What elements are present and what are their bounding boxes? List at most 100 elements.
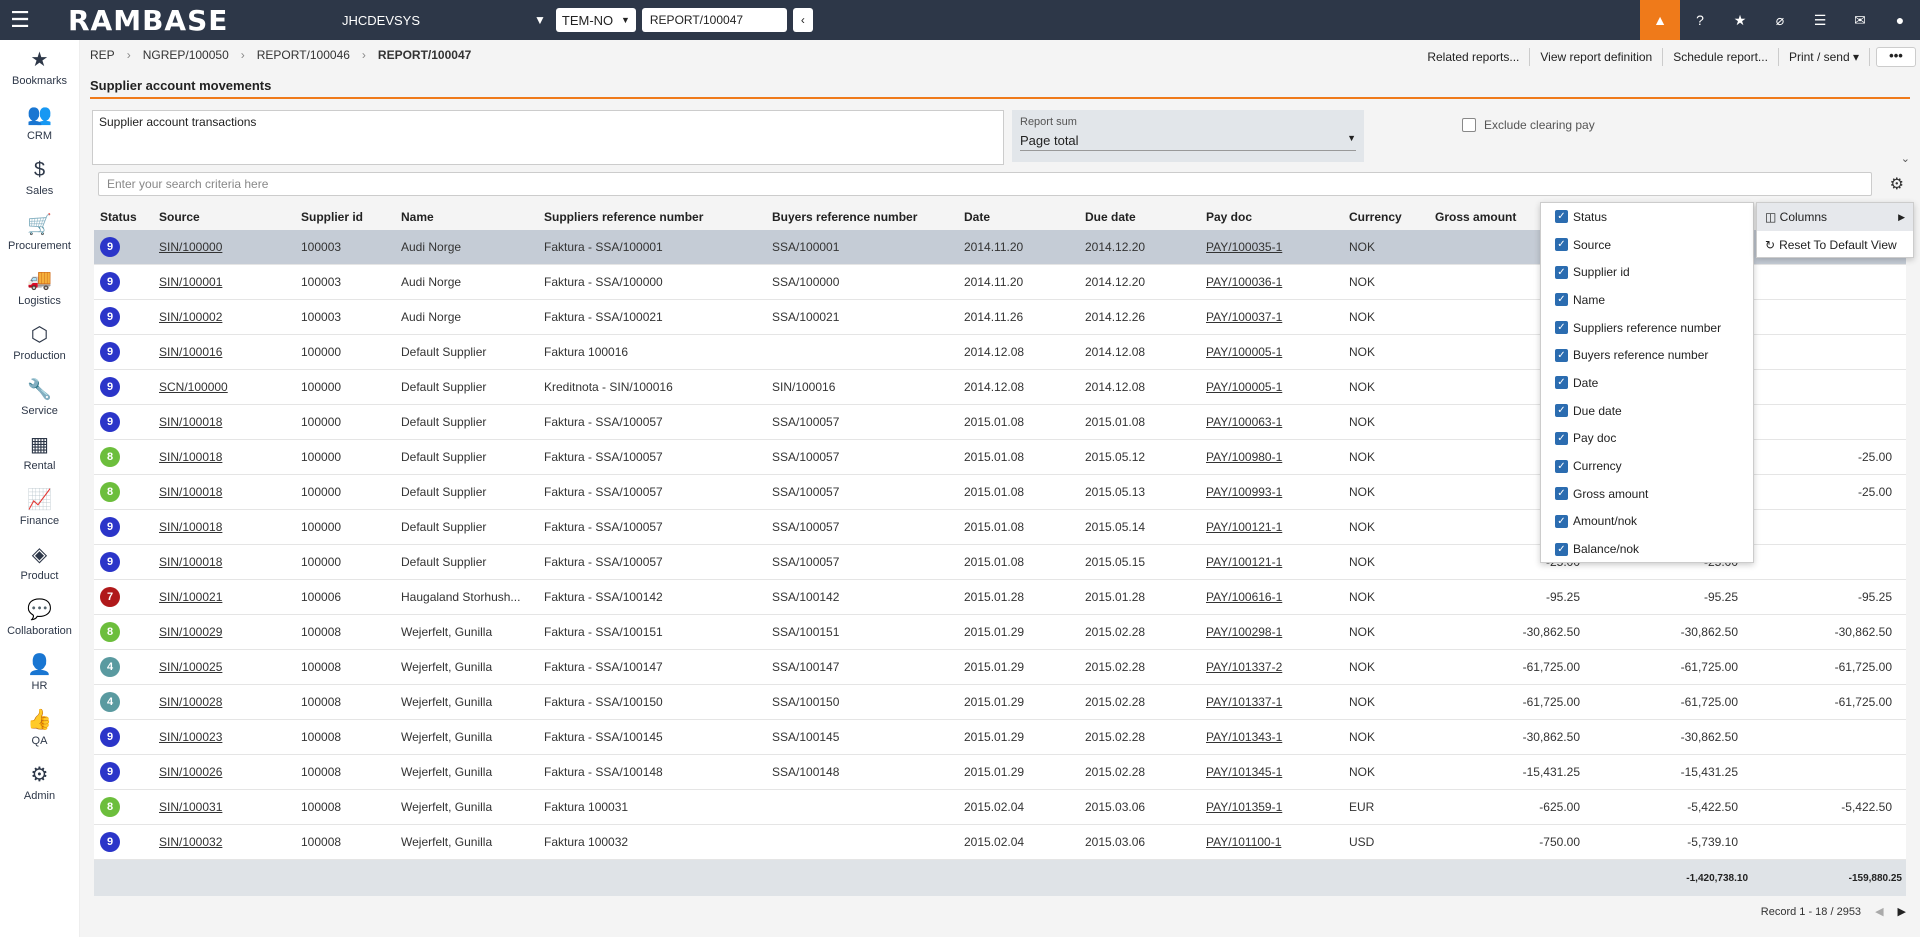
col-header-buyers-ref[interactable]: Buyers reference number — [772, 210, 964, 224]
gear-icon[interactable]: ⚙ — [1890, 174, 1904, 194]
sidebar-item-procurement[interactable]: 🛒 Procurement — [0, 205, 79, 260]
column-toggle-item[interactable]: ✓ Buyers reference number — [1541, 341, 1753, 369]
cell-pay-doc-link[interactable]: PAY/101345-1 — [1206, 765, 1349, 779]
cell-pay-doc-link[interactable]: PAY/100005-1 — [1206, 380, 1349, 394]
column-toggle-item[interactable]: ✓ Supplier id — [1541, 258, 1753, 286]
checkbox-checked-icon[interactable]: ✓ — [1555, 321, 1568, 335]
cell-pay-doc-link[interactable]: PAY/100121-1 — [1206, 555, 1349, 569]
view-report-definition-button[interactable]: View report definition — [1530, 48, 1664, 66]
column-toggle-item[interactable]: ✓ Source — [1541, 231, 1753, 259]
cell-pay-doc-link[interactable]: PAY/100037-1 — [1206, 310, 1349, 324]
col-header-date[interactable]: Date — [964, 210, 1085, 224]
mail-icon[interactable]: ✉ — [1840, 0, 1880, 40]
sidebar-item-production[interactable]: ⬡ Production — [0, 315, 79, 370]
cell-source-link[interactable]: SIN/100031 — [159, 800, 301, 814]
checkbox-checked-icon[interactable]: ✓ — [1555, 431, 1568, 445]
cell-source-link[interactable]: SIN/100028 — [159, 695, 301, 709]
sidebar-item-sales[interactable]: $ Sales — [0, 150, 79, 205]
cell-source-link[interactable]: SIN/100032 — [159, 835, 301, 849]
cell-pay-doc-link[interactable]: PAY/100298-1 — [1206, 625, 1349, 639]
checkbox-icon[interactable] — [1462, 118, 1476, 132]
cell-source-link[interactable]: SIN/100000 — [159, 240, 301, 254]
cell-pay-doc-link[interactable]: PAY/100616-1 — [1206, 590, 1349, 604]
back-button[interactable]: ‹ — [792, 8, 813, 32]
cell-source-link[interactable]: SIN/100025 — [159, 660, 301, 674]
user-icon[interactable]: ● — [1880, 0, 1920, 40]
cell-source-link[interactable]: SIN/100001 — [159, 275, 301, 289]
company-select[interactable]: TEM-NO ▼ — [555, 8, 636, 32]
related-reports-button[interactable]: Related reports... — [1417, 48, 1531, 66]
sidebar-item-admin[interactable]: ⚙ Admin — [0, 755, 79, 810]
table-row[interactable]: 4 SIN/100025 100008 Wejerfelt, Gunilla Faktu… — [94, 650, 1906, 685]
breadcrumb-item[interactable]: NGREP/100050 — [143, 48, 229, 62]
warning-icon[interactable]: ▲ — [1640, 0, 1680, 40]
checkbox-checked-icon[interactable]: ✓ — [1555, 265, 1568, 279]
table-row[interactable]: 8 SIN/100031 100008 Wejerfelt, Gunilla Faktu… — [94, 790, 1906, 825]
cell-source-link[interactable]: SIN/100002 — [159, 310, 301, 324]
cell-source-link[interactable]: SIN/100018 — [159, 450, 301, 464]
star-icon[interactable]: ★ — [1720, 0, 1760, 40]
sidebar-item-logistics[interactable]: 🚚 Logistics — [0, 260, 79, 315]
chevron-down-icon[interactable]: ▼ — [534, 13, 546, 27]
rambase-logo[interactable]: RAMBASE — [68, 4, 318, 37]
cell-source-link[interactable]: SIN/100018 — [159, 520, 301, 534]
checkbox-checked-icon[interactable]: ✓ — [1555, 238, 1568, 252]
cell-source-link[interactable]: SIN/100018 — [159, 415, 301, 429]
column-toggle-item[interactable]: ✓ Pay doc — [1541, 425, 1753, 453]
sidebar-item-collaboration[interactable]: 💬 Collaboration — [0, 590, 79, 645]
col-header-pay-doc[interactable]: Pay doc — [1206, 210, 1349, 224]
checkbox-checked-icon[interactable]: ✓ — [1555, 514, 1568, 528]
cell-pay-doc-link[interactable]: PAY/100993-1 — [1206, 485, 1349, 499]
cell-source-link[interactable]: SIN/100026 — [159, 765, 301, 779]
more-button[interactable]: ••• — [1876, 47, 1916, 67]
cell-pay-doc-link[interactable]: PAY/100035-1 — [1206, 240, 1349, 254]
cell-pay-doc-link[interactable]: PAY/101337-2 — [1206, 660, 1349, 674]
paperclip-icon[interactable]: ⌀ — [1760, 0, 1800, 40]
table-row[interactable]: 9 SIN/100023 100008 Wejerfelt, Gunilla Faktu… — [94, 720, 1906, 755]
checkbox-checked-icon[interactable]: ✓ — [1555, 293, 1568, 307]
hamburger-menu-icon[interactable]: ☰ — [0, 0, 40, 40]
sidebar-item-rental[interactable]: ▦ Rental — [0, 425, 79, 480]
table-row[interactable]: 7 SIN/100021 100006 Haugaland Storhush... Fa… — [94, 580, 1906, 615]
print-send-button[interactable]: Print / send ▾ — [1779, 48, 1870, 66]
cell-source-link[interactable]: SIN/100018 — [159, 555, 301, 569]
report-input[interactable]: REPORT/100047 — [641, 8, 787, 32]
checkbox-checked-icon[interactable]: ✓ — [1555, 404, 1568, 418]
checkbox-checked-icon[interactable]: ✓ — [1555, 487, 1568, 501]
column-toggle-item[interactable]: ✓ Date — [1541, 369, 1753, 397]
column-toggle-item[interactable]: ✓ Balance/nok — [1541, 535, 1753, 563]
exclude-clearing-pay-checkbox[interactable]: Exclude clearing pay — [1462, 118, 1595, 132]
column-toggle-item[interactable]: ✓ Currency — [1541, 452, 1753, 480]
description-field[interactable]: Supplier account transactions — [92, 110, 1004, 165]
reset-default-view-item[interactable]: ↻ Reset To Default View — [1757, 231, 1913, 259]
cell-source-link[interactable]: SIN/100023 — [159, 730, 301, 744]
cell-pay-doc-link[interactable]: PAY/101343-1 — [1206, 730, 1349, 744]
collapse-chevron-icon[interactable]: ⌄ — [1901, 152, 1910, 165]
checkbox-checked-icon[interactable]: ✓ — [1555, 210, 1568, 224]
table-row[interactable]: 8 SIN/100029 100008 Wejerfelt, Gunilla Faktu… — [94, 615, 1906, 650]
system-name[interactable]: JHCDEVSYS — [342, 13, 534, 28]
breadcrumb-item[interactable]: REPORT/100046 — [257, 48, 350, 62]
help-icon[interactable]: ? — [1680, 0, 1720, 40]
next-page-icon[interactable]: ▶ — [1898, 905, 1906, 918]
search-input[interactable]: Enter your search criteria here — [98, 172, 1872, 196]
column-toggle-item[interactable]: ✓ Name — [1541, 286, 1753, 314]
report-sum-select[interactable]: Report sum Page total ▼ — [1012, 110, 1364, 162]
checkbox-checked-icon[interactable]: ✓ — [1555, 542, 1568, 556]
column-toggle-item[interactable]: ✓ Amount/nok — [1541, 508, 1753, 536]
cell-pay-doc-link[interactable]: PAY/100036-1 — [1206, 275, 1349, 289]
sidebar-item-hr[interactable]: 👤 HR — [0, 645, 79, 700]
list-icon[interactable]: ☰ — [1800, 0, 1840, 40]
col-header-source[interactable]: Source — [159, 210, 301, 224]
sidebar-item-product[interactable]: ◈ Product — [0, 535, 79, 590]
col-header-currency[interactable]: Currency — [1349, 210, 1435, 224]
column-toggle-item[interactable]: ✓ Suppliers reference number — [1541, 314, 1753, 342]
table-row[interactable]: 9 SIN/100026 100008 Wejerfelt, Gunilla Faktu… — [94, 755, 1906, 790]
col-header-supplier-id[interactable]: Supplier id — [301, 210, 401, 224]
schedule-report-button[interactable]: Schedule report... — [1663, 48, 1779, 66]
cell-source-link[interactable]: SCN/100000 — [159, 380, 301, 394]
sidebar-item-service[interactable]: 🔧 Service — [0, 370, 79, 425]
cell-source-link[interactable]: SIN/100029 — [159, 625, 301, 639]
sidebar-item-bookmarks[interactable]: ★ Bookmarks — [0, 40, 79, 95]
breadcrumb-item[interactable]: REP — [90, 48, 115, 62]
